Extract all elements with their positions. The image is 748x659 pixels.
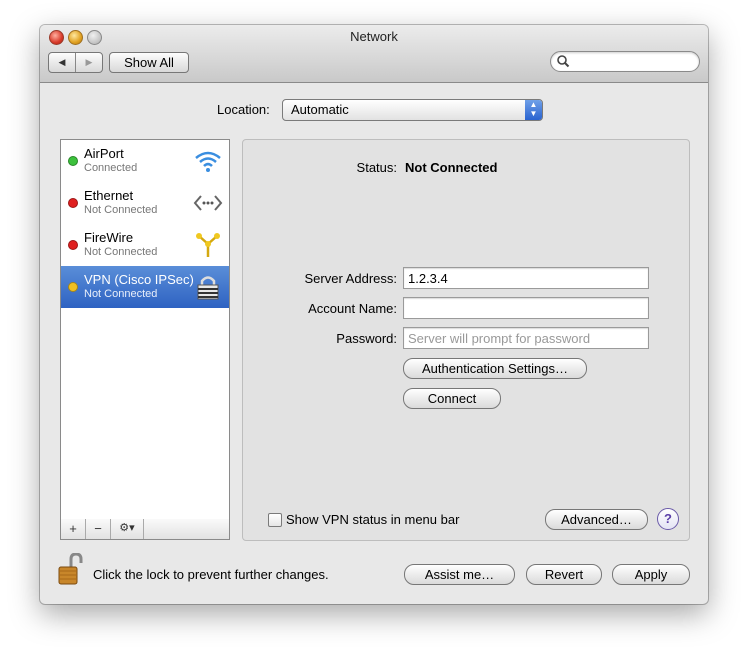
vpn-lock-icon (197, 276, 219, 300)
remove-service-button[interactable]: − (86, 519, 111, 539)
connect-button[interactable]: Connect (403, 388, 501, 409)
password-label: Password: (336, 331, 397, 346)
service-name: AirPort (84, 146, 124, 161)
account-name-label: Account Name: (308, 301, 397, 316)
service-status: Not Connected (84, 246, 158, 258)
location-value: Automatic (291, 102, 349, 117)
account-name-field[interactable] (403, 297, 649, 319)
status-dot-green (68, 156, 78, 166)
status-value: Not Connected (405, 160, 498, 175)
status-dot-red (68, 198, 78, 208)
firewire-icon (196, 233, 220, 257)
password-field[interactable] (403, 327, 649, 349)
forward-button[interactable]: ▶ (76, 53, 102, 72)
server-address-field[interactable] (403, 267, 649, 289)
service-item-vpn[interactable]: VPN (Cisco IPSec) Not Connected (61, 266, 229, 308)
server-address-label: Server Address: (304, 271, 398, 286)
account-name-input[interactable] (404, 298, 648, 318)
authentication-settings-button[interactable]: Authentication Settings… (403, 358, 587, 379)
apply-button[interactable]: Apply (612, 564, 690, 585)
service-item-airport[interactable]: AirPort Connected (61, 140, 229, 182)
lock-icon[interactable] (58, 553, 84, 585)
service-item-firewire[interactable]: FireWire Not Connected (61, 224, 229, 266)
service-name: FireWire (84, 230, 134, 245)
service-status: Not Connected (84, 204, 158, 216)
vpn-detail-panel: Status: Not Connected Server Address: Ac… (242, 139, 690, 541)
service-status: Not Connected (84, 288, 158, 300)
title-bar: Network ◀ ▶ Show All (40, 25, 708, 83)
back-forward-control: ◀ ▶ (48, 52, 103, 73)
back-button[interactable]: ◀ (49, 53, 76, 72)
lock-instruction-text: Click the lock to prevent further change… (93, 567, 329, 582)
service-status: Connected (84, 162, 138, 174)
server-address-input[interactable] (404, 268, 648, 288)
search-icon (557, 55, 570, 68)
password-input[interactable] (404, 328, 648, 348)
help-button[interactable]: ? (657, 508, 679, 530)
show-vpn-status-label: Show VPN status in menu bar (286, 512, 460, 527)
action-menu-button[interactable]: ⚙▾ (111, 519, 144, 539)
advanced-button[interactable]: Advanced… (545, 509, 648, 530)
location-label: Location: (217, 102, 270, 117)
assist-me-button[interactable]: Assist me… (404, 564, 515, 585)
window-title: Network (350, 29, 398, 44)
status-dot-yellow (68, 282, 78, 292)
show-vpn-status-checkbox[interactable] (268, 513, 282, 527)
chevron-updown-icon: ▲ ▼ (525, 100, 542, 120)
ethernet-icon (193, 195, 223, 211)
airport-icon (195, 151, 221, 172)
revert-button[interactable]: Revert (526, 564, 602, 585)
status-label: Status: (356, 160, 397, 175)
search-field[interactable] (550, 51, 700, 72)
service-name: VPN (Cisco IPSec) (84, 272, 194, 287)
service-list-toolbar: + − ⚙▾ (60, 519, 230, 540)
location-popup[interactable]: Automatic ▲ ▼ (282, 99, 543, 121)
service-name: Ethernet (84, 188, 134, 203)
service-item-ethernet[interactable]: Ethernet Not Connected (61, 182, 229, 224)
show-all-button[interactable]: Show All (109, 52, 189, 73)
add-service-button[interactable]: + (61, 519, 86, 539)
network-preferences-window: Network ◀ ▶ Show All Location: Automatic… (40, 25, 708, 604)
service-list: AirPort Connected Ethernet Not Connected… (60, 139, 230, 521)
status-dot-red (68, 240, 78, 250)
